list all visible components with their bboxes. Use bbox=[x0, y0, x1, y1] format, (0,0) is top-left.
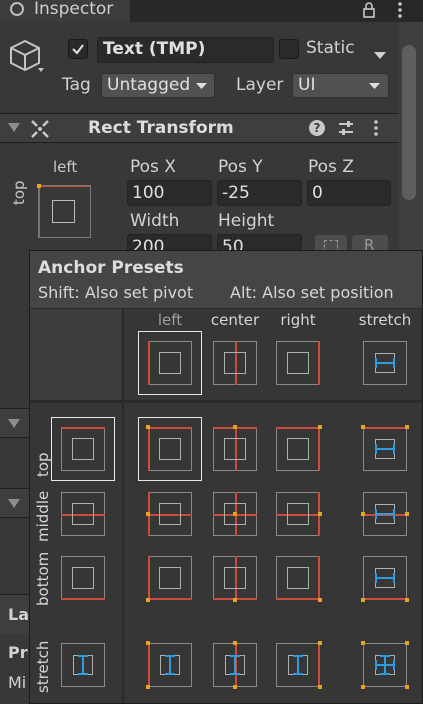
anchor-dot bbox=[361, 685, 365, 689]
anchor-line-horizontal bbox=[363, 427, 407, 429]
anchor-line-horizontal bbox=[148, 598, 192, 600]
anchor-line-horizontal bbox=[61, 427, 105, 429]
stretch-bar bbox=[393, 573, 395, 583]
anchor-dot bbox=[146, 512, 150, 516]
preset-inner-square bbox=[224, 567, 246, 589]
anchor-dot bbox=[361, 641, 365, 645]
anchor-dot bbox=[361, 425, 365, 429]
preset-inner-square bbox=[159, 503, 181, 525]
stretch-bar bbox=[375, 358, 377, 368]
anchor-line-horizontal bbox=[363, 598, 407, 600]
preset-inner-square bbox=[224, 352, 246, 374]
stretch-bar bbox=[380, 673, 390, 675]
anchor-line-vertical bbox=[148, 643, 150, 687]
preset-inner-square bbox=[287, 567, 309, 589]
anchor-dot bbox=[146, 598, 150, 602]
preset-inner-square bbox=[224, 438, 246, 460]
anchor-line-horizontal bbox=[61, 598, 105, 600]
stretch-bar bbox=[375, 444, 377, 454]
stretch-bar bbox=[393, 660, 395, 670]
column-label-right: right bbox=[280, 311, 316, 329]
stretch-bar bbox=[78, 673, 88, 675]
anchor-line-vertical bbox=[318, 643, 320, 687]
stretch-horizontal-icon bbox=[376, 362, 394, 364]
preset-inner-square bbox=[72, 567, 94, 589]
stretch-bar bbox=[393, 358, 395, 368]
column-label-stretch: stretch bbox=[358, 311, 412, 329]
anchor-dot bbox=[405, 598, 409, 602]
preset-inner-square bbox=[159, 352, 181, 374]
anchor-dot bbox=[318, 641, 322, 645]
anchor-dot bbox=[405, 512, 409, 516]
stretch-bar bbox=[393, 444, 395, 454]
stretch-bar bbox=[78, 655, 88, 657]
anchor-line-vertical bbox=[148, 427, 150, 471]
anchor-dot bbox=[233, 641, 237, 645]
preset-inner-square bbox=[287, 438, 309, 460]
anchor-line-horizontal bbox=[148, 427, 192, 429]
stretch-vertical-icon bbox=[234, 656, 236, 674]
anchor-dot bbox=[405, 425, 409, 429]
anchor-dot bbox=[233, 685, 237, 689]
anchor-line-vertical bbox=[318, 556, 320, 600]
anchor-dot bbox=[318, 512, 322, 516]
stretch-bar bbox=[380, 655, 390, 657]
stretch-bar bbox=[375, 573, 377, 583]
stretch-bar bbox=[293, 655, 303, 657]
preset-inner-square bbox=[72, 438, 94, 460]
anchor-line-horizontal bbox=[276, 598, 320, 600]
preset-inner-square bbox=[159, 438, 181, 460]
anchor-dot bbox=[146, 425, 150, 429]
preset-inner-square bbox=[72, 503, 94, 525]
stretch-vertical-icon bbox=[384, 656, 386, 674]
preset-inner-square bbox=[287, 352, 309, 374]
anchor-dot bbox=[318, 685, 322, 689]
stretch-horizontal-icon bbox=[376, 448, 394, 450]
stretch-horizontal-icon bbox=[376, 513, 394, 515]
stretch-vertical-icon bbox=[82, 656, 84, 674]
anchor-dot bbox=[318, 425, 322, 429]
anchor-line-vertical bbox=[148, 556, 150, 600]
stretch-bar bbox=[165, 655, 175, 657]
anchor-line-vertical bbox=[318, 427, 320, 471]
stretch-bar bbox=[165, 673, 175, 675]
anchor-dot bbox=[233, 598, 237, 602]
column-label-left: left bbox=[157, 311, 183, 329]
anchor-dot bbox=[361, 512, 365, 516]
anchor-dot bbox=[233, 512, 237, 516]
anchor-dot bbox=[233, 425, 237, 429]
row-label-middle: middle bbox=[34, 490, 52, 542]
stretch-vertical-icon bbox=[169, 656, 171, 674]
stretch-bar bbox=[230, 673, 240, 675]
stretch-bar bbox=[375, 660, 377, 670]
stretch-bar bbox=[293, 673, 303, 675]
row-label-top: top bbox=[34, 452, 52, 477]
anchor-dot bbox=[361, 598, 365, 602]
column-label-center: center bbox=[210, 311, 260, 329]
anchor-dot bbox=[405, 685, 409, 689]
anchor-dot bbox=[146, 685, 150, 689]
stretch-bar bbox=[230, 655, 240, 657]
anchor-dot bbox=[318, 598, 322, 602]
anchor-line-vertical bbox=[318, 341, 320, 385]
anchor-line-horizontal bbox=[276, 427, 320, 429]
row-label-stretch: stretch bbox=[34, 640, 52, 693]
row-label-bottom: bottom bbox=[34, 551, 52, 606]
preset-inner-square bbox=[287, 503, 309, 525]
stretch-vertical-icon bbox=[297, 656, 299, 674]
preset-inner-square bbox=[159, 567, 181, 589]
anchor-dot bbox=[405, 641, 409, 645]
preset-grid-layer: left center right stretch top middle bottom str… bbox=[0, 0, 423, 704]
anchor-line-vertical bbox=[148, 341, 150, 385]
stretch-horizontal-icon bbox=[376, 577, 394, 579]
stretch-bar bbox=[375, 509, 377, 519]
stretch-bar bbox=[393, 509, 395, 519]
anchor-dot bbox=[146, 641, 150, 645]
